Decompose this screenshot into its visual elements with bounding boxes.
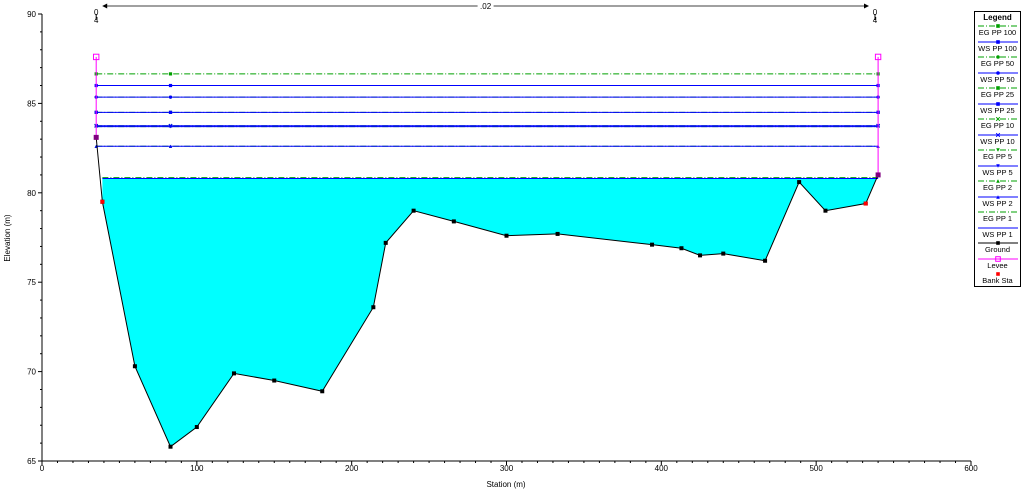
levee-layer [92,53,882,178]
profile-marker-5-1 [168,110,173,114]
legend-item: WS PP 5 [975,163,1020,178]
legend-label: Ground [984,245,1011,254]
y-tick-label-1: 70 [27,368,36,377]
legend-item: Ground [975,240,1020,255]
legend-item: EG PP 5 [975,147,1020,162]
ground-point-9 [383,240,388,245]
manning-value-bottom-0: 4 [94,16,99,25]
legend-item: WS PP 1 [975,225,1020,240]
ground-point-6 [272,378,277,383]
legend-item: WS PP 10 [975,132,1020,147]
water-fill [102,174,879,447]
ground-point-5 [231,371,236,376]
legend-item: Bank Sta [975,271,1020,286]
ground-point-3 [168,444,173,449]
legend-label: EG PP 2 [982,183,1013,192]
legend-label: EG PP 50 [980,59,1015,68]
ground-point-7 [320,389,325,394]
ground-point-11 [451,219,456,224]
legend-label: WS PP 50 [980,74,1015,84]
ground-point-15 [679,246,684,251]
ground-point-2 [132,364,137,369]
manning-span-label: .02 [480,2,492,11]
legend-label: WS PP 100 [978,43,1017,53]
profile-marker-3-1 [168,95,173,99]
legend-label: WS PP 2 [982,198,1013,208]
ground-point-8 [371,305,376,310]
x-tick-label-2: 200 [345,464,359,473]
ground-point-17 [721,251,726,256]
x-axis-label: Station (m) [486,480,525,489]
manning-arrow-left [102,3,108,9]
legend-label: EG PP 100 [978,28,1017,37]
x-tick-label-3: 300 [500,464,514,473]
legend-label: EG PP 25 [980,90,1015,99]
manning-arrow-right [864,3,870,9]
legend-title: Legend [983,13,1012,22]
ground-point-18 [763,258,768,263]
x-tick-label-1: 100 [190,464,204,473]
legend-item: EG PP 100 [975,23,1020,38]
ground-point-13 [555,231,560,236]
legend-label: WS PP 25 [980,105,1015,115]
x-tick-label-5: 500 [809,464,823,473]
legend-label: Levee [987,260,1008,270]
ground-point-10 [411,208,416,213]
levee-base-marker-0 [93,134,99,140]
profile-lines-layer [94,72,881,179]
legend-label: EG PP 10 [980,121,1015,130]
bank-station-1 [863,201,868,206]
manning-value-bottom-1: 4 [873,16,878,25]
x-tick-label-0: 0 [40,464,45,473]
y-tick-label-5: 90 [27,10,36,19]
legend-item: EG PP 50 [975,54,1020,69]
legend-item: WS PP 100 [975,39,1020,54]
legend-item: Levee [975,255,1020,271]
legend-label: WS PP 1 [982,229,1013,239]
ground-point-14 [650,242,655,247]
profile-marker-1-1 [168,83,173,88]
legend-item: WS PP 2 [975,194,1020,209]
ground-point-4 [194,425,199,430]
ground-point-20 [823,208,828,213]
legend-label: WS PP 10 [980,136,1015,146]
profile-marker-0-1 [168,72,173,76]
y-tick-label-4: 85 [27,99,36,108]
x-tick-label-6: 600 [964,464,978,473]
legend-label: EG PP 5 [982,152,1013,161]
cross-section-chart: 0 100 200 300 400 500 600657075808590 0404.02 … [3,2,978,489]
ground-point-16 [698,253,703,258]
legend-label: EG PP 1 [982,214,1013,223]
legend: Legend EG PP 100 WS PP 100 EG PP 50 WS PP 5… [974,11,1021,287]
legend-item: WS PP 25 [975,101,1020,116]
legend-item: EG PP 1 [975,209,1020,224]
legend-item: EG PP 2 [975,178,1020,193]
ground-point-19 [797,180,802,185]
bank-station-0 [100,199,105,204]
ground-point-12 [504,233,509,238]
y-axis-label: Elevation (m) [3,214,12,261]
levee-base-marker-1 [875,172,881,178]
legend-item: EG PP 25 [975,85,1020,100]
y-tick-label-2: 75 [27,278,36,287]
y-tick-label-0: 65 [27,457,36,466]
legend-item: WS PP 50 [975,70,1020,85]
legend-label: WS PP 5 [982,167,1013,177]
manning-n-layer: 0404.02 [94,2,878,25]
y-tick-label-3: 80 [27,189,36,198]
water-fill-layer [102,174,879,447]
legend-label: Bank Sta [982,276,1013,285]
x-tick-label-4: 400 [655,464,669,473]
legend-item: EG PP 10 [975,116,1020,131]
